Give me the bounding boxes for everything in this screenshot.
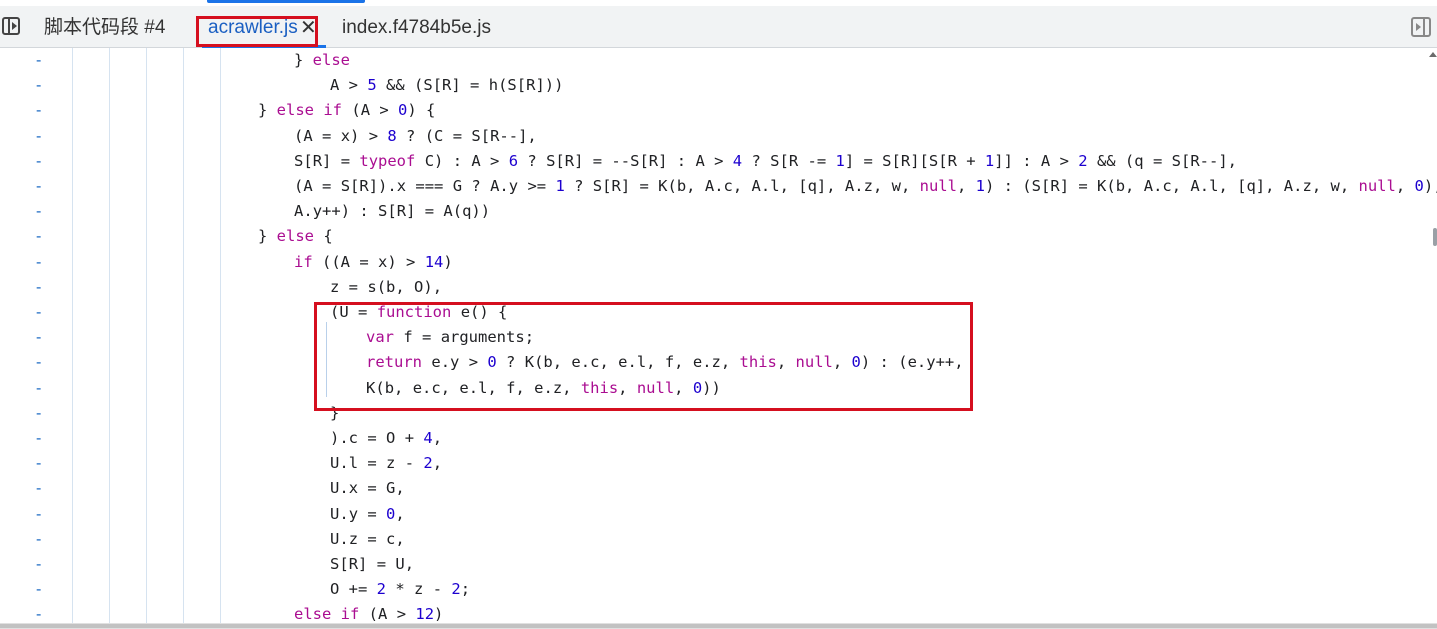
code-line: - if ((A = x) > 14) [0, 250, 1430, 275]
tab-acrawler-js[interactable]: acrawler.js ✕ [196, 8, 326, 48]
gutter-marker[interactable]: - [34, 325, 43, 350]
code-line: - } else [0, 48, 1430, 73]
gutter-marker[interactable]: - [34, 98, 43, 123]
gutter-marker[interactable]: - [34, 527, 43, 552]
close-icon[interactable]: ✕ [300, 8, 317, 48]
gutter-marker[interactable]: - [34, 73, 43, 98]
gutter-marker[interactable]: - [34, 476, 43, 501]
code-text: } else { [258, 227, 333, 246]
code-line: - ).c = O + 4, [0, 426, 1430, 451]
gutter-marker[interactable]: - [34, 275, 43, 300]
top-accent-line [207, 0, 365, 3]
code-text: z = s(b, O), [330, 277, 443, 296]
code-text: S[R] = typeof C) : A > 6 ? S[R] = --S[R]… [294, 151, 1237, 170]
code-line: -} [0, 401, 1430, 426]
gutter-marker[interactable]: - [34, 376, 43, 401]
code-text: U.l = z - 2, [330, 454, 443, 473]
scroll-up-arrow-icon[interactable] [1429, 52, 1437, 57]
gutter-marker[interactable]: - [34, 224, 43, 249]
code-text: (A = S[R]).x === G ? A.y >= 1 ? S[R] = K… [294, 177, 1437, 195]
code-line: - (U = function e() { [0, 300, 1430, 325]
code-line: - z = s(b, O), [0, 275, 1430, 300]
code-text: } else [294, 51, 350, 69]
code-text: ).c = O + 4, [330, 429, 443, 447]
code-text: U.x = G, [330, 479, 405, 498]
code-editor[interactable]: -} else - A > 5 && (S[R] = h(S[R])) -} else… [0, 48, 1437, 623]
vertical-scroll-thumb[interactable] [1433, 228, 1437, 246]
top-accent-strip [0, 0, 1437, 6]
code-text: else if (A > 12) [294, 605, 444, 623]
code-text: A > 5 && (S[R] = h(S[R])) [330, 76, 564, 95]
gutter-marker[interactable]: - [34, 48, 43, 73]
gutter-marker[interactable]: - [34, 502, 43, 527]
sidebar-left-toggle-icon[interactable] [2, 17, 20, 35]
gutter-marker[interactable]: - [34, 174, 43, 199]
gutter-marker[interactable]: - [34, 124, 43, 149]
tab-snippet-label: 脚本代码段 #4 [44, 17, 166, 38]
code-line: - U.x = G, [0, 476, 1430, 501]
gutter-marker[interactable]: - [34, 401, 43, 426]
code-line: - A.y++) : S[R] = A(q)) [0, 199, 1430, 224]
gutter-marker[interactable]: - [34, 300, 43, 325]
code-text: K(b, e.c, e.l, f, e.z, this, null, 0)) [366, 378, 721, 397]
code-text: S[R] = U, [330, 555, 415, 573]
gutter-marker[interactable]: - [34, 250, 43, 275]
gutter-marker[interactable]: - [34, 552, 43, 577]
code-line: - A > 5 && (S[R] = h(S[R])) [0, 73, 1430, 98]
gutter-marker[interactable]: - [34, 602, 43, 623]
code-text: } else if (A > 0) { [258, 101, 436, 120]
sidebar-right-toggle-icon[interactable] [1411, 17, 1431, 37]
tab-snippet[interactable]: 脚本代码段 #4 [44, 8, 165, 48]
code-line: - O += 2 * z - 2; [0, 577, 1430, 602]
gutter-marker[interactable]: - [34, 577, 43, 602]
code-text: return e.y > 0 ? K(b, e.c, e.l, f, e.z, … [366, 353, 964, 372]
code-line: - U.y = 0, [0, 502, 1430, 527]
editor-tab-bar: 脚本代码段 #4 acrawler.js ✕ index.f4784b5e.js [0, 0, 1437, 48]
code-line: - U.z = c, [0, 527, 1430, 552]
gutter-marker[interactable]: - [34, 426, 43, 451]
code-line: - S[R] = typeof C) : A > 6 ? S[R] = --S[R… [0, 149, 1430, 174]
code-text: (A = x) > 8 ? (C = S[R--], [294, 126, 537, 145]
code-line: - K(b, e.c, e.l, f, e.z, this, null, 0)) [0, 376, 1430, 401]
horizontal-scrollbar[interactable] [0, 623, 1437, 629]
code-line: - (A = x) > 8 ? (C = S[R--], [0, 124, 1430, 149]
code-text: (U = function e() { [330, 303, 508, 321]
code-line: - (A = S[R]).x === G ? A.y >= 1 ? S[R] = … [0, 174, 1437, 199]
gutter-marker[interactable]: - [34, 451, 43, 476]
code-text: U.z = c, [330, 529, 405, 548]
code-line: - return e.y > 0 ? K(b, e.c, e.l, f, e.z,… [0, 350, 1430, 375]
tab-index-js[interactable]: index.f4784b5e.js [342, 8, 491, 48]
code-text: var f = arguments; [366, 328, 535, 347]
gutter-marker[interactable]: - [34, 149, 43, 174]
code-text: U.y = 0, [330, 504, 405, 523]
code-text: O += 2 * z - 2; [330, 580, 471, 599]
gutter-marker[interactable]: - [34, 350, 43, 375]
tab-acrawler-label: acrawler.js [208, 17, 298, 38]
code-text: A.y++) : S[R] = A(q)) [294, 202, 491, 221]
code-line: - } else if (A > 0) { [0, 98, 1430, 123]
indent-guide-inner [326, 322, 327, 397]
code-line: - S[R] = U, [0, 552, 1430, 577]
code-line: - } else { [0, 224, 1430, 249]
code-text: } [330, 403, 340, 422]
tab-index-label: index.f4784b5e.js [342, 17, 491, 38]
code-line: - var f = arguments; [0, 325, 1430, 350]
code-line: - else if (A > 12) [0, 602, 1430, 623]
gutter-marker[interactable]: - [34, 199, 43, 224]
code-line: - U.l = z - 2, [0, 451, 1430, 476]
code-text: if ((A = x) > 14) [294, 252, 453, 271]
horizontal-scroll-thumb[interactable] [0, 624, 1437, 628]
